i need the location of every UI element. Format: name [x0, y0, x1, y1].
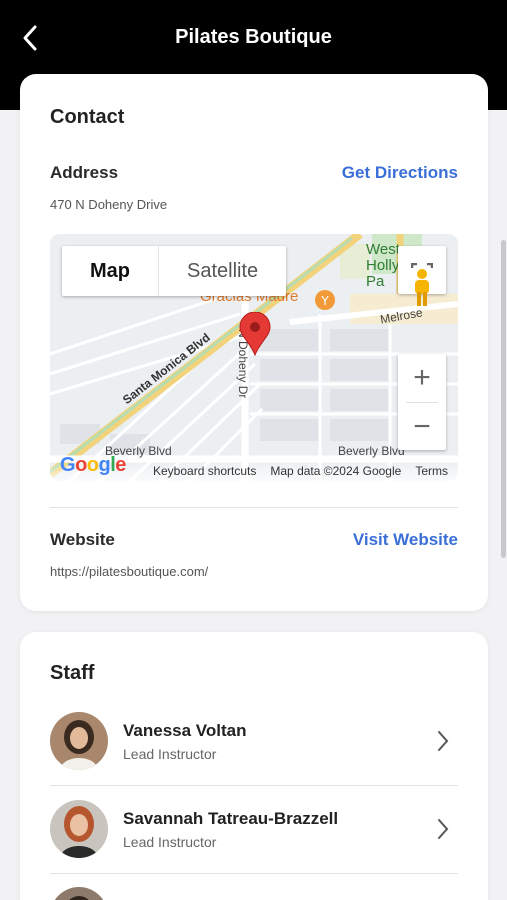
address-label: Address — [50, 163, 119, 182]
staff-name: Vanessa Voltan — [123, 721, 247, 740]
contact-card: Contact Address Get Directions 470 N Doh… — [20, 74, 488, 611]
staff-section-title: Staff — [50, 662, 95, 684]
zoom-in-button[interactable]: + — [398, 354, 446, 402]
avatar — [50, 800, 108, 858]
staff-card: Staff Vanessa Voltan Lead Instructor Sav… — [20, 632, 488, 900]
scrollbar[interactable] — [500, 110, 507, 900]
keyboard-shortcuts-link[interactable]: Keyboard shortcuts — [153, 464, 256, 478]
zoom-out-button[interactable]: − — [398, 403, 446, 451]
chevron-right-icon — [438, 819, 449, 839]
map-type-toggle: Map Satellite — [62, 246, 287, 296]
location-pin-icon[interactable] — [238, 312, 272, 356]
visit-website-link[interactable]: Visit Website — [353, 530, 458, 550]
svg-text:Y: Y — [320, 294, 329, 308]
chevron-right-icon — [438, 731, 449, 751]
website-value: https://pilatesboutique.com/ — [50, 564, 209, 579]
scrollbar-thumb[interactable] — [501, 240, 506, 558]
staff-divider — [50, 873, 458, 874]
address-value: 470 N Doheny Drive — [50, 197, 168, 212]
staff-divider — [50, 785, 458, 786]
page-title: Pilates Boutique — [175, 26, 332, 48]
staff-name: Savannah Tatreau-Brazzell — [123, 809, 339, 828]
staff-row[interactable]: Vanessa Voltan Lead Instructor — [50, 712, 458, 774]
street-view-pegman-icon[interactable] — [410, 268, 434, 308]
staff-role: Lead Instructor — [123, 834, 217, 850]
map-tab[interactable]: Map — [62, 246, 159, 296]
staff-row[interactable]: Savannah Tatreau-Brazzell Lead Instructo… — [50, 800, 458, 862]
google-logo: Google — [60, 454, 126, 476]
satellite-tab[interactable]: Satellite — [159, 246, 286, 296]
staff-role: Lead Instructor — [123, 746, 217, 762]
map-label-beverly-right: Beverly Blvd — [338, 444, 405, 458]
map-data-credit: Map data ©2024 Google — [270, 464, 402, 478]
map-view[interactable]: Y Santa Monica Blvd N Doheny Dr Gracias … — [50, 234, 458, 481]
get-directions-link[interactable]: Get Directions — [342, 163, 458, 183]
terms-link[interactable]: Terms — [415, 464, 448, 478]
avatar[interactable] — [50, 887, 108, 900]
contact-divider — [50, 507, 458, 508]
zoom-controls: + − — [398, 354, 446, 450]
website-label: Website — [50, 530, 115, 549]
contact-section-title: Contact — [50, 106, 125, 128]
avatar — [50, 712, 108, 770]
